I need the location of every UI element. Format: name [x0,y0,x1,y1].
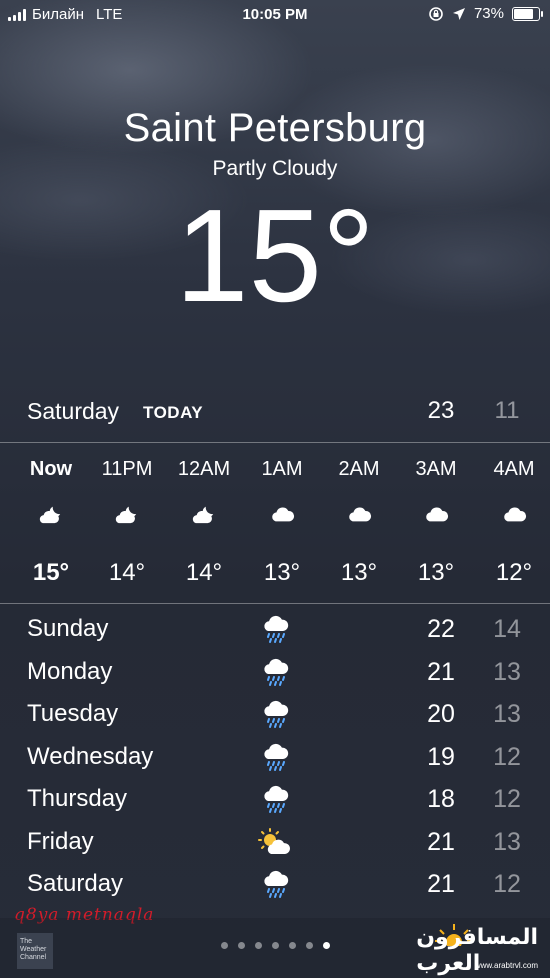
hourly-time: 12AM [177,458,231,480]
city-name: Saint Petersburg [123,106,427,150]
daily-low: 13 [493,657,521,686]
rain-icon [258,614,292,644]
daily-high: 21 [427,657,455,686]
daily-day-name: Sunday [27,615,109,642]
status-right: 73% [428,5,543,22]
weather-channel-logo[interactable]: The Weather Channel [17,933,53,969]
weather-condition: Partly Cloudy [212,157,338,180]
today-high: 23 [427,397,455,424]
daily-high: 21 [427,827,455,856]
footer-bar: The Weather Channel المسافرون العرب www.… [0,918,550,978]
hourly-temperature: 13° [340,559,378,586]
daily-row: Saturday 21 12 [0,863,550,905]
partly-cloudy-night-icon [190,503,218,525]
today-low: 11 [494,397,520,424]
site-url: www.arabtrvl.com [474,961,538,970]
battery-percent: 73% [473,5,504,22]
daily-day-name: Wednesday [27,742,154,770]
cloud-icon [268,503,296,525]
hourly-forecast[interactable]: Now 15° 11PM 14° 12AM 14° 1AM 13° 2AM 13° 3AM 13° 4A… [0,445,550,603]
rain-icon [258,784,292,814]
daily-row: Friday 21 13 [0,821,550,863]
site-logo: المسافرون العرب www.arabtrvl.com [416,920,544,975]
hourly-time: 11PM [101,458,153,480]
hourly-temperature: 13° [263,559,301,586]
page-dot[interactable] [288,942,296,949]
partly-cloudy-night-icon [37,503,65,525]
page-dot[interactable] [237,942,245,949]
hourly-time: 1AM [261,458,303,480]
divider-top [0,442,550,443]
daily-high: 18 [427,785,455,813]
daily-row: Tuesday 20 13 [0,693,550,735]
today-row: Saturday TODAY 23 11 [0,394,550,430]
hourly-time: Now [29,458,73,480]
daily-low: 12 [493,742,521,771]
daily-low: 13 [493,700,521,728]
daily-low: 12 [493,785,521,813]
rain-icon [258,742,292,772]
hourly-temperature: 15° [32,559,70,586]
daily-high: 22 [427,615,455,643]
daily-row: Sunday 22 14 [0,608,550,650]
daily-low: 12 [493,870,521,898]
status-bar: Билайн LTE 10:05 PM 73% [0,0,550,30]
rain-icon [258,699,292,729]
cloud-icon [500,503,528,525]
hourly-temperature: 12° [495,559,533,586]
daily-high: 20 [427,700,455,728]
daily-day-name: Tuesday [27,700,119,727]
daily-low: 13 [493,827,521,856]
cloud-icon [422,503,450,525]
rotation-lock-icon [429,6,443,21]
location-arrow-icon [452,7,465,20]
page-dot[interactable] [220,942,228,949]
hourly-temperature: 14° [185,559,223,586]
daily-row: Wednesday 19 12 [0,736,550,778]
hourly-time: 4AM [493,458,535,480]
page-dot[interactable] [322,942,330,949]
current-temperature: 15° [175,182,375,329]
partly-sunny-icon [258,827,292,857]
hourly-time: 2AM [338,458,380,480]
page-dot[interactable] [271,942,279,949]
divider-bottom [0,603,550,604]
partly-cloudy-night-icon [113,503,141,525]
daily-day-name: Saturday [27,870,124,897]
daily-row: Thursday 18 12 [0,778,550,820]
daily-high: 19 [427,742,455,771]
daily-low: 14 [493,615,521,643]
hourly-time: 3AM [415,458,457,480]
daily-day-name: Monday [27,657,113,685]
hourly-temperature: 13° [417,559,455,586]
daily-day-name: Friday [27,827,94,855]
page-dot[interactable] [254,942,262,949]
cloud-icon [345,503,373,525]
daily-high: 21 [427,870,455,898]
hourly-temperature: 14° [108,559,146,586]
daily-row: Monday 21 13 [0,651,550,693]
page-dot[interactable] [305,942,313,949]
today-day-name: Saturday [27,398,120,424]
rain-icon [258,869,292,899]
daily-day-name: Thursday [27,785,128,812]
battery-icon [512,6,543,21]
rain-icon [258,657,292,687]
today-label: TODAY [143,403,204,422]
